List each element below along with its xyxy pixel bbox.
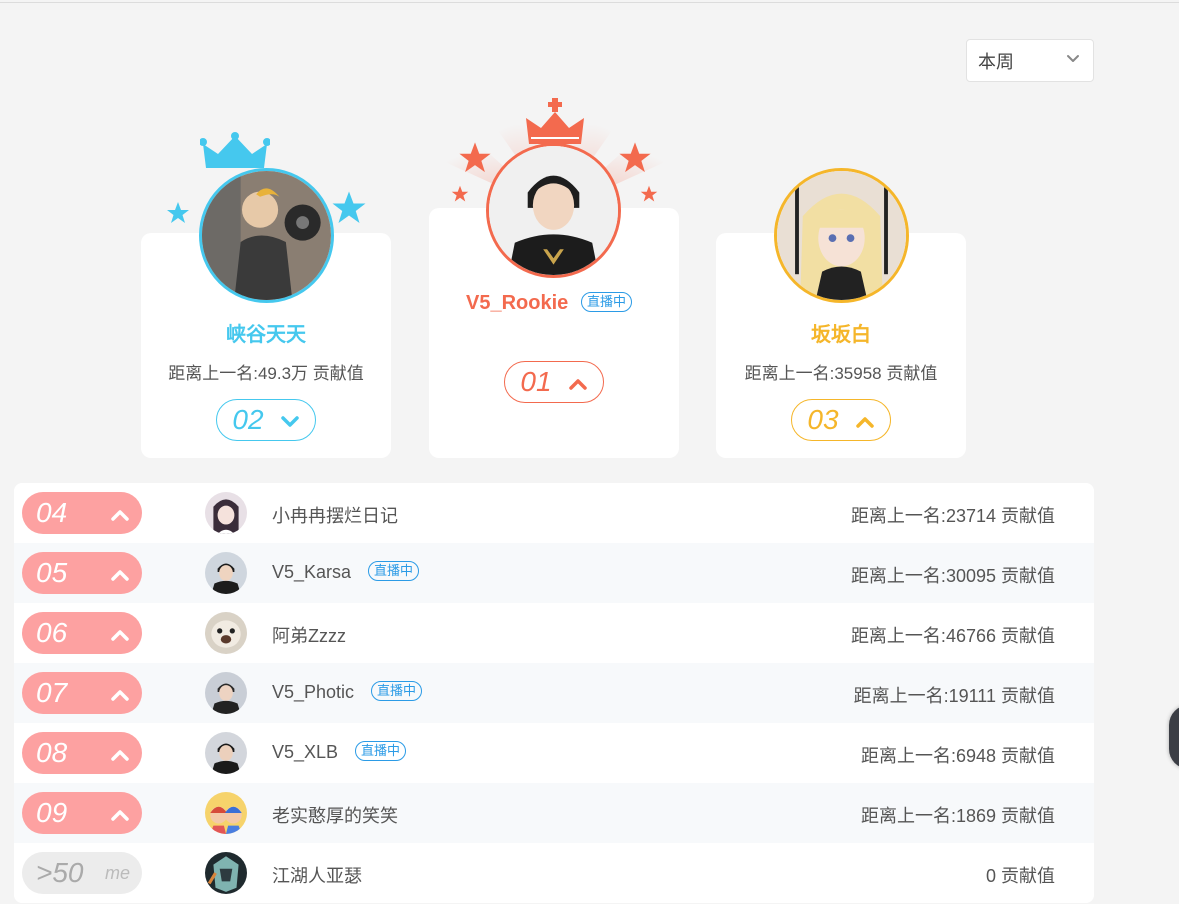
avatar[interactable] <box>205 732 247 774</box>
rank-pill: 05 <box>22 552 142 594</box>
period-select-value: 本周 <box>978 51 1014 72</box>
avatar[interactable] <box>205 792 247 834</box>
avatar[interactable] <box>486 143 621 278</box>
rank-pill-me: >50 me <box>22 852 142 894</box>
rank-pill: 07 <box>22 672 142 714</box>
row-gap: 0 贡献值 <box>985 866 1055 886</box>
row-name[interactable]: 老实憨厚的笑笑 <box>272 802 398 828</box>
rank-number: 06 <box>36 617 68 648</box>
row-name[interactable]: 江湖人亚瑟 <box>272 862 362 888</box>
table-row[interactable]: 09 老实憨厚的笑笑 距离上一名:1869 贡献值 <box>14 783 1094 843</box>
ranking-list: 04 小冉冉摆烂日记 距离上一名:23714 贡献值 05 V5_Karsa 直… <box>14 483 1094 903</box>
star-icon <box>332 191 366 223</box>
star-icon <box>167 202 189 223</box>
rank-pill: 08 <box>22 732 142 774</box>
row-name[interactable]: V5_Photic <box>272 682 354 703</box>
star-icon <box>451 185 469 202</box>
row-gap: 距离上一名:23714 贡献值 <box>850 506 1055 526</box>
row-gap: 距离上一名:19111 贡献值 <box>853 686 1055 706</box>
rank-number: 09 <box>36 797 68 828</box>
rank-pill-first: 01 <box>504 361 604 403</box>
podium-name-first[interactable]: V5_Rookie <box>466 292 568 315</box>
rank-pill-second: 02 <box>216 399 316 441</box>
period-select[interactable]: 本周 <box>966 39 1094 82</box>
rank-number: 04 <box>36 497 68 528</box>
podium-name-third[interactable]: 坂坂白 <box>716 318 966 347</box>
chevron-up-icon <box>110 677 130 709</box>
avatar[interactable] <box>774 168 909 303</box>
live-badge[interactable]: 直播中 <box>581 292 633 312</box>
chevron-down-icon <box>1065 50 1081 71</box>
row-name[interactable]: V5_XLB <box>272 742 338 763</box>
chevron-up-icon <box>110 797 130 829</box>
rank-number: 05 <box>36 557 68 588</box>
row-gap: 距离上一名:6948 贡献值 <box>860 746 1055 766</box>
rank-pill-third: 03 <box>791 399 891 441</box>
rank-number: 08 <box>36 737 68 768</box>
row-gap: 距离上一名:46766 贡献值 <box>850 626 1055 646</box>
chevron-up-icon <box>110 617 130 649</box>
avatar[interactable] <box>205 552 247 594</box>
podium-name-second[interactable]: 峡谷天天 <box>141 318 391 347</box>
star-icon <box>640 185 658 202</box>
table-row[interactable]: 04 小冉冉摆烂日记 距离上一名:23714 贡献值 <box>14 483 1094 543</box>
crown-icon <box>526 98 584 144</box>
row-gap: 距离上一名:30095 贡献值 <box>850 566 1055 586</box>
rank-number: 01 <box>520 366 552 397</box>
avatar[interactable] <box>199 168 334 303</box>
podium-gap-third: 距离上一名:35958 贡献值 <box>744 364 938 383</box>
row-name[interactable]: 小冉冉摆烂日记 <box>272 502 398 528</box>
podium-gap-second: 距离上一名:49.3万 贡献值 <box>168 364 364 383</box>
chevron-up-icon <box>110 497 130 529</box>
rank-pill: 09 <box>22 792 142 834</box>
rank-number: 02 <box>232 404 264 435</box>
me-tag: me <box>104 862 130 883</box>
rank-number: 03 <box>807 404 839 435</box>
table-row[interactable]: 07 V5_Photic 直播中 距离上一名:19111 贡献值 <box>14 663 1094 723</box>
table-row[interactable]: 08 V5_XLB 直播中 距离上一名:6948 贡献值 <box>14 723 1094 783</box>
row-gap: 距离上一名:1869 贡献值 <box>860 806 1055 826</box>
rank-number: >50 <box>36 857 84 888</box>
chevron-up-icon <box>110 557 130 589</box>
chevron-up-icon <box>110 737 130 769</box>
table-row-me[interactable]: >50 me 江湖人亚瑟 0 贡献值 <box>14 843 1094 903</box>
avatar[interactable] <box>205 492 247 534</box>
live-badge[interactable]: 直播中 <box>371 681 423 701</box>
rank-pill: 04 <box>22 492 142 534</box>
live-badge[interactable]: 直播中 <box>355 741 407 761</box>
chevron-down-icon <box>280 404 300 436</box>
avatar[interactable] <box>205 612 247 654</box>
star-icon <box>619 142 651 173</box>
live-badge[interactable]: 直播中 <box>368 561 420 581</box>
star-icon <box>459 142 491 173</box>
floating-side-button[interactable] <box>1169 705 1179 769</box>
table-row[interactable]: 06 阿弟Zzzz 距离上一名:46766 贡献值 <box>14 603 1094 663</box>
rank-number: 07 <box>36 677 68 708</box>
row-name[interactable]: V5_Karsa <box>272 562 351 583</box>
rank-pill: 06 <box>22 612 142 654</box>
chevron-up-icon <box>568 366 588 398</box>
row-name[interactable]: 阿弟Zzzz <box>272 622 346 648</box>
avatar[interactable] <box>205 672 247 714</box>
avatar[interactable] <box>205 852 247 894</box>
table-row[interactable]: 05 V5_Karsa 直播中 距离上一名:30095 贡献值 <box>14 543 1094 603</box>
top-divider <box>0 2 1179 3</box>
chevron-up-icon <box>855 404 875 436</box>
